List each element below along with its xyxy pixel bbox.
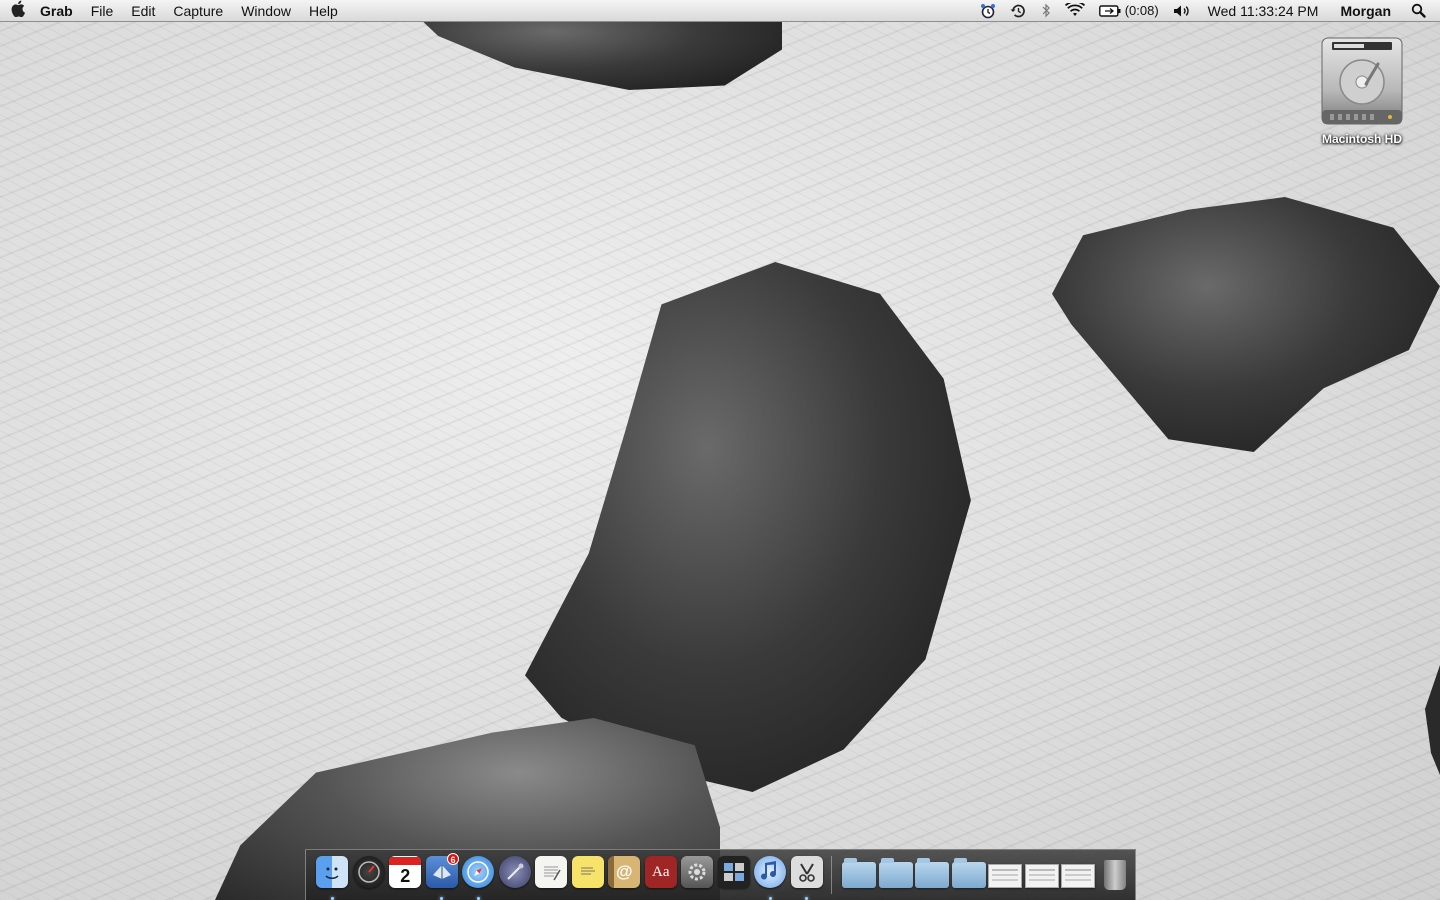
mail-unread-badge: 6 bbox=[447, 853, 459, 865]
dock-itunes[interactable] bbox=[752, 856, 789, 900]
dock-trash[interactable] bbox=[1097, 856, 1134, 892]
desktop-icon-macintosh-hd[interactable]: Macintosh HD bbox=[1316, 36, 1408, 146]
spotlight-search-icon[interactable] bbox=[1403, 3, 1440, 18]
menu-capture[interactable]: Capture bbox=[164, 3, 232, 19]
grab-icon bbox=[790, 856, 823, 888]
app-menu-grab[interactable]: Grab bbox=[36, 3, 82, 19]
dock-instruments[interactable] bbox=[497, 856, 534, 892]
safari-icon bbox=[462, 856, 495, 888]
alarm-clock-icon[interactable] bbox=[973, 3, 1003, 19]
menu-bar: Grab File Edit Capture Window Help (0:08… bbox=[0, 0, 1440, 22]
menu-edit[interactable]: Edit bbox=[122, 3, 164, 19]
documents-folder-icon bbox=[878, 858, 913, 888]
dock-stack-3[interactable] bbox=[1060, 856, 1097, 892]
wifi-icon[interactable] bbox=[1058, 3, 1092, 18]
dock-spaces[interactable] bbox=[716, 856, 753, 892]
wallpaper-rock-center bbox=[525, 262, 971, 792]
dock-mail[interactable]: 6 bbox=[424, 853, 461, 900]
fast-user-switch-menu[interactable]: Morgan bbox=[1328, 3, 1403, 19]
time-machine-icon[interactable] bbox=[1003, 3, 1034, 19]
dock-finder[interactable] bbox=[314, 856, 351, 900]
menu-window[interactable]: Window bbox=[232, 3, 300, 19]
dictionary-glyph: Aa bbox=[652, 863, 670, 880]
trash-icon bbox=[1103, 860, 1126, 890]
folder-icon bbox=[915, 858, 950, 888]
menubar-clock[interactable]: Wed 11:33:24 PM bbox=[1198, 3, 1329, 19]
dock-folder[interactable] bbox=[914, 856, 951, 892]
textedit-icon bbox=[535, 856, 568, 888]
menu-file[interactable]: File bbox=[82, 3, 123, 19]
itunes-icon bbox=[754, 856, 787, 888]
applications-folder-icon bbox=[842, 858, 877, 888]
battery-status[interactable]: (0:08) bbox=[1092, 3, 1166, 18]
dashboard-icon bbox=[352, 856, 385, 888]
battery-time: (0:08) bbox=[1124, 3, 1159, 18]
downloads-folder-icon bbox=[951, 858, 986, 888]
ical-day: 2 bbox=[400, 866, 411, 886]
dock-address-book[interactable]: @ bbox=[606, 856, 643, 892]
ical-header bbox=[389, 857, 422, 865]
document-stack-icon bbox=[1061, 864, 1096, 888]
address-book-icon: @ bbox=[608, 856, 641, 888]
hard-drive-icon[interactable] bbox=[1318, 36, 1406, 128]
battery-icon bbox=[1098, 4, 1121, 17]
dock-dashboard[interactable] bbox=[351, 856, 388, 892]
finder-icon bbox=[316, 856, 349, 888]
dock-downloads-folder[interactable] bbox=[951, 856, 988, 892]
dock-textedit[interactable] bbox=[533, 856, 570, 892]
dock: 2 6 @ Aa bbox=[305, 849, 1136, 900]
dock-dictionary[interactable]: Aa bbox=[643, 856, 680, 892]
system-preferences-icon bbox=[681, 856, 714, 888]
document-stack-icon bbox=[988, 864, 1023, 888]
document-stack-icon bbox=[1024, 864, 1059, 888]
ical-icon: 2 bbox=[389, 856, 422, 888]
dock-separator bbox=[831, 856, 832, 894]
dock-stack-2[interactable] bbox=[1024, 856, 1061, 892]
bluetooth-icon[interactable] bbox=[1034, 3, 1058, 18]
dock-ical[interactable]: 2 bbox=[387, 856, 424, 892]
address-book-glyph: @ bbox=[615, 862, 633, 881]
dictionary-icon: Aa bbox=[644, 856, 677, 888]
wallpaper-rock-edge bbox=[1425, 665, 1440, 775]
volume-icon[interactable] bbox=[1166, 4, 1198, 18]
stickies-icon bbox=[571, 856, 604, 888]
apple-icon[interactable] bbox=[0, 0, 36, 22]
dock-stack-1[interactable] bbox=[987, 856, 1024, 892]
dock-stickies[interactable] bbox=[570, 856, 607, 892]
desktop-icon-label: Macintosh HD bbox=[1321, 132, 1402, 146]
wallpaper-rock-right bbox=[1052, 197, 1440, 452]
menu-help[interactable]: Help bbox=[300, 3, 347, 19]
dock-applications-folder[interactable] bbox=[841, 856, 878, 892]
instruments-icon bbox=[498, 856, 531, 888]
dock-safari[interactable] bbox=[460, 856, 497, 900]
dock-grab[interactable] bbox=[789, 856, 826, 900]
dock-documents-folder[interactable] bbox=[878, 856, 915, 892]
dock-system-preferences[interactable] bbox=[679, 856, 716, 892]
spaces-icon bbox=[717, 856, 750, 888]
